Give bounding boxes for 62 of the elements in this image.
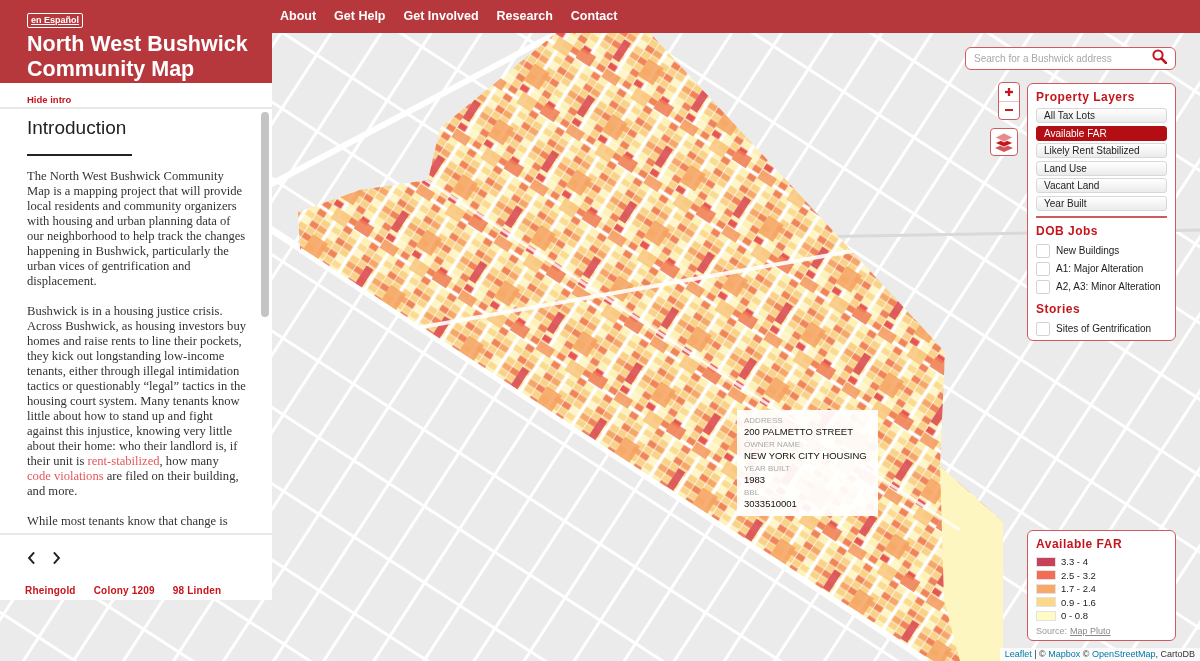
checkbox[interactable] <box>1036 243 1050 258</box>
checkbox[interactable] <box>1036 321 1050 336</box>
layers-icon <box>994 132 1014 152</box>
popup-label: YEAR BUILT <box>744 464 792 474</box>
layer-button[interactable]: Year Built <box>1036 195 1167 211</box>
source-label: Source: <box>1036 625 1068 637</box>
intro-paragraph: Bushwick is in a housing justice crisis. Across Bushwick, as housing investors buy homes and raise rents to line their pockets, they kick out longstanding low-income tenants, either through illegal intimidation tactics or questionably “legal” tactics in the housing court system. Many tenants know little about how to stand up and fight against this injustice, knowing very little about their home: who their landlord is, if their unit is rent-stabilized, how many code violations are filed on their building, and more. <box>27 304 247 499</box>
checkbox-label[interactable]: A2, A3: Minor Alteration <box>1056 280 1161 293</box>
plus-icon <box>1005 87 1013 96</box>
checkbox[interactable] <box>1036 279 1050 294</box>
search-field[interactable]: Search for a Bushwick address <box>965 47 1176 70</box>
layer-button[interactable]: Available FAR <box>1036 125 1167 141</box>
legend-title: Available FAR <box>1036 537 1124 552</box>
attribution-text: Leaflet | © Mapbox © OpenStreetMap, CartoDB <box>999 648 1200 661</box>
chevron-left-icon <box>27 550 36 565</box>
story-link[interactable]: Colony 1209 <box>93 585 155 597</box>
section-title: Stories <box>1036 301 1082 317</box>
nav-link[interactable]: Get Help <box>334 9 386 24</box>
popup-value: 200 PALMETTO STREET <box>744 426 854 437</box>
legend-label: 1.7 - 2.4 <box>1061 583 1096 595</box>
popup-label: OWNER NAME <box>744 440 801 450</box>
scrollbar-thumb[interactable] <box>261 112 269 317</box>
layer-button[interactable]: Vacant Land <box>1036 178 1167 194</box>
attribution-link[interactable]: Leaflet <box>1004 649 1032 659</box>
popup-value: NEW YORK CITY HOUSING <box>744 450 868 461</box>
intro-heading: Introduction <box>27 117 128 139</box>
layer-button[interactable]: Likely Rent Stabilized <box>1036 143 1167 159</box>
minus-icon <box>1005 109 1013 112</box>
chevron-right-icon <box>52 550 61 565</box>
language-button[interactable]: en Español <box>27 13 83 28</box>
legend-label: 2.5 - 3.2 <box>1061 569 1096 581</box>
legend-label: 0 - 0.8 <box>1061 610 1088 622</box>
story-link[interactable]: 98 Linden <box>172 585 222 597</box>
intro-paragraph: The North West Bushwick Community Map is a mapping project that will provide local residents and community organizers with housing and urban planning data of our neighborhood to help track the changes happening in Bushwick, particularly the urban vices of gentrification and displacement. <box>27 169 247 289</box>
popup-value: 3033510001 <box>744 498 798 509</box>
legend-label: 3.3 - 4 <box>1061 556 1088 568</box>
nav-link[interactable]: Get Involved <box>403 9 479 24</box>
checkbox-label[interactable]: A1: Major Alteration <box>1056 262 1144 275</box>
section-title: DOB Jobs <box>1036 223 1099 239</box>
attribution-link[interactable]: Mapbox <box>1048 649 1081 659</box>
story-link[interactable]: Rheingold <box>25 585 76 597</box>
app-title: North West Bushwick Community Map <box>27 32 249 82</box>
nav-link[interactable]: About <box>280 9 317 24</box>
section-title: Property Layers <box>1036 90 1136 105</box>
source-link[interactable]: Map Pluto <box>1070 625 1111 637</box>
hide-intro-link[interactable]: Hide intro <box>27 94 72 105</box>
legend-label: 0.9 - 1.6 <box>1061 596 1096 608</box>
nav-link[interactable]: Research <box>496 9 553 24</box>
intro-paragraph: While most tenants know that change is <box>27 514 229 529</box>
popup-value: 1983 <box>744 474 767 485</box>
checkbox-label[interactable]: New Buildings <box>1056 244 1120 257</box>
popup-label: BBL <box>744 488 761 498</box>
nav-link[interactable]: Contact <box>570 9 618 24</box>
text-link[interactable]: rent-stabilized <box>87 454 160 468</box>
checkbox-label[interactable]: Sites of Gentrification <box>1056 322 1152 335</box>
layer-button[interactable]: All Tax Lots <box>1036 108 1167 123</box>
text-link[interactable]: code violations <box>27 469 104 483</box>
checkbox[interactable] <box>1036 261 1050 276</box>
layer-button[interactable]: Land Use <box>1036 160 1167 176</box>
popup-label: ADDRESS <box>744 416 784 426</box>
layers-button[interactable] <box>990 128 1018 156</box>
search-icon[interactable] <box>1152 49 1167 64</box>
